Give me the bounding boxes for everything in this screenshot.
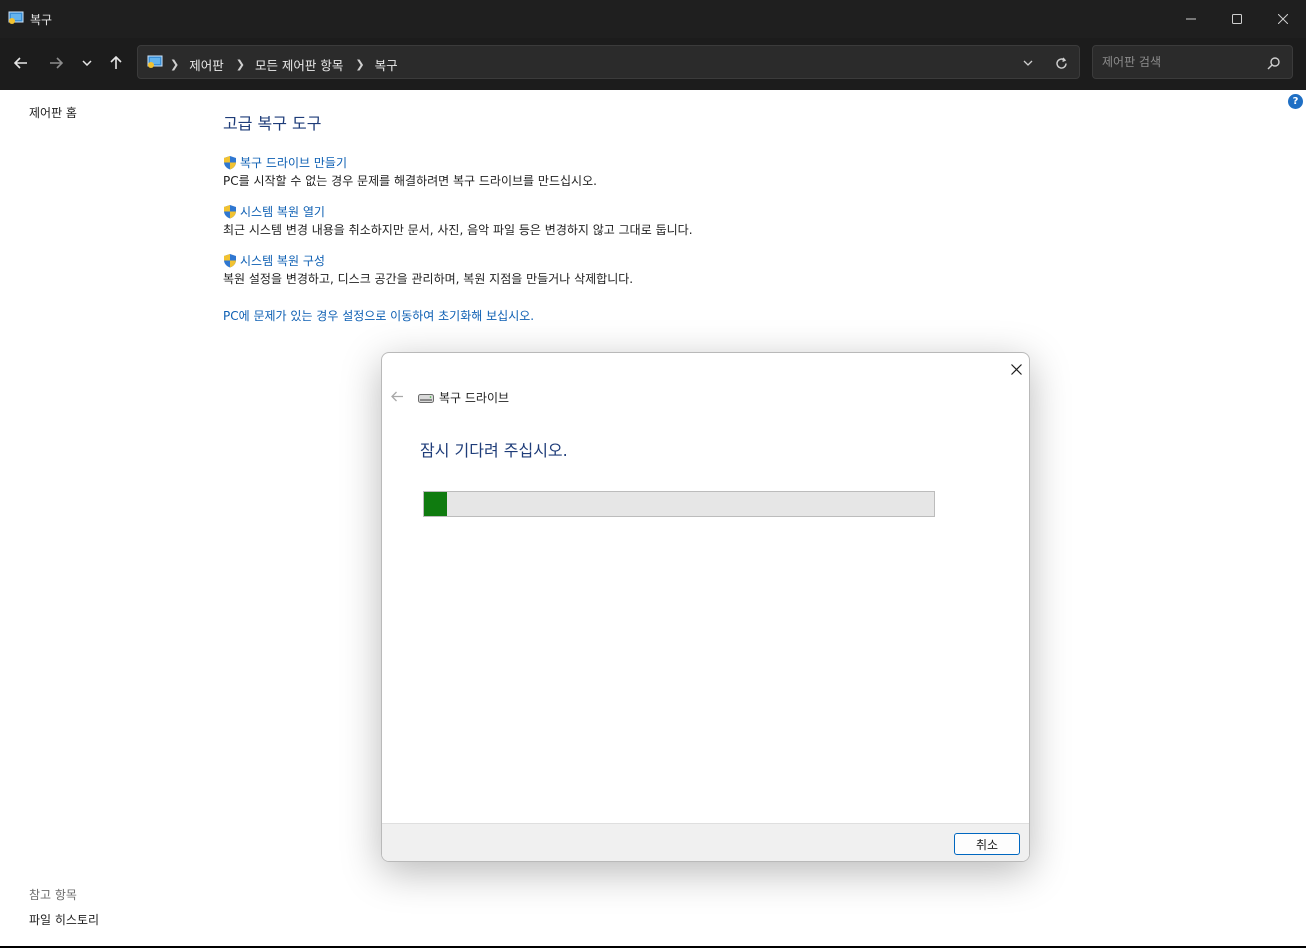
control-panel-home-link[interactable]: 제어판 홈 [29,104,77,121]
refresh-button[interactable] [1051,53,1071,73]
drive-icon [418,394,434,403]
window-title: 복구 [30,13,53,27]
task-description: PC를 시작할 수 없는 경우 문제를 해결하려면 복구 드라이브를 만드십시오… [223,174,597,188]
wait-message: 잠시 기다려 주십시오. [420,441,568,460]
control-panel-icon [147,55,163,68]
task-description: 최근 시스템 변경 내용을 취소하지만 문서, 사진, 음악 파일 등은 변경하… [223,223,693,237]
left-navigation: 제어판 홈 [29,104,77,121]
progress-bar [423,491,935,517]
dialog-footer: 취소 [382,823,1029,861]
create-recovery-drive-link[interactable]: 복구 드라이브 만들기 [240,154,347,171]
close-icon [1278,14,1288,24]
arrow-right-icon [50,57,63,69]
task-description: 복원 설정을 변경하고, 디스크 공간을 관리하며, 복원 지점을 만들거나 삭… [223,272,634,286]
uac-shield-icon [224,156,236,170]
breadcrumb-separator-icon: ❯ [355,58,365,71]
close-button[interactable] [1260,0,1306,38]
see-also-section: 참고 항목 파일 히스토리 [29,886,99,928]
configure-system-restore-link[interactable]: 시스템 복원 구성 [240,252,325,269]
uac-shield-icon [224,254,236,268]
task-item: 복구 드라이브 만들기 PC를 시작할 수 없는 경우 문제를 해결하려면 복구… [223,154,693,189]
open-system-restore-link[interactable]: 시스템 복원 열기 [240,203,325,220]
arrow-up-icon [110,56,122,69]
chevron-down-icon [1023,60,1033,66]
title-bar: 복구 [0,0,1306,38]
maximize-button[interactable] [1214,0,1260,38]
breadcrumb-item-control-panel[interactable]: 제어판 [189,55,224,74]
file-history-link[interactable]: 파일 히스토리 [29,911,99,928]
chevron-down-icon [82,60,92,66]
breadcrumb-item-all-items[interactable]: 모든 제어판 항목 [255,55,343,74]
task-item: 시스템 복원 구성 복원 설정을 변경하고, 디스크 공간을 관리하며, 복원 … [223,252,693,287]
uac-shield-icon [224,205,236,219]
arrow-left-icon [390,391,403,401]
search-input[interactable] [1102,53,1262,71]
maximize-icon [1232,14,1242,24]
breadcrumb-separator-icon: ❯ [170,58,180,71]
task-item: 시스템 복원 열기 최근 시스템 변경 내용을 취소하지만 문서, 사진, 음악… [223,203,693,238]
control-panel-icon [8,11,24,24]
help-icon[interactable]: ? [1288,94,1303,109]
navigation-bar: ❯ 제어판 ❯ 모든 제어판 항목 ❯ 복구 [0,38,1306,90]
see-also-header: 참고 항목 [29,888,77,902]
progress-fill [424,492,447,516]
recovery-drive-dialog: 복구 드라이브 잠시 기다려 주십시오. 취소 [381,352,1030,862]
back-button[interactable] [8,50,34,76]
breadcrumb-item-recovery[interactable]: 복구 [375,55,398,74]
forward-button[interactable] [43,50,69,76]
address-bar[interactable]: ❯ 제어판 ❯ 모든 제어판 항목 ❯ 복구 [137,45,1080,79]
cancel-button[interactable]: 취소 [954,833,1020,855]
arrow-left-icon [14,57,27,69]
close-icon [1010,363,1022,375]
address-dropdown-button[interactable] [1018,53,1038,73]
refresh-icon [1055,57,1067,69]
reset-pc-link[interactable]: PC에 문제가 있는 경우 설정으로 이동하여 초기화해 보십시오. [223,307,693,324]
main-panel: 고급 복구 도구 복구 드라이브 만들기 PC를 시작할 수 없는 경우 문제를… [223,110,693,324]
minimize-icon [1186,18,1196,20]
dialog-title: 복구 드라이브 [439,391,510,405]
up-button[interactable] [103,50,129,76]
dialog-close-button[interactable] [1006,359,1026,379]
recent-locations-button[interactable] [74,50,100,76]
breadcrumb: ❯ 제어판 ❯ 모든 제어판 항목 ❯ 복구 [168,55,408,74]
search-icon[interactable] [1266,55,1282,71]
breadcrumb-separator-icon: ❯ [235,58,245,71]
search-box[interactable] [1092,45,1293,79]
dialog-back-button[interactable] [388,387,406,405]
minimize-button[interactable] [1168,0,1214,38]
page-title: 고급 복구 도구 [223,114,322,133]
